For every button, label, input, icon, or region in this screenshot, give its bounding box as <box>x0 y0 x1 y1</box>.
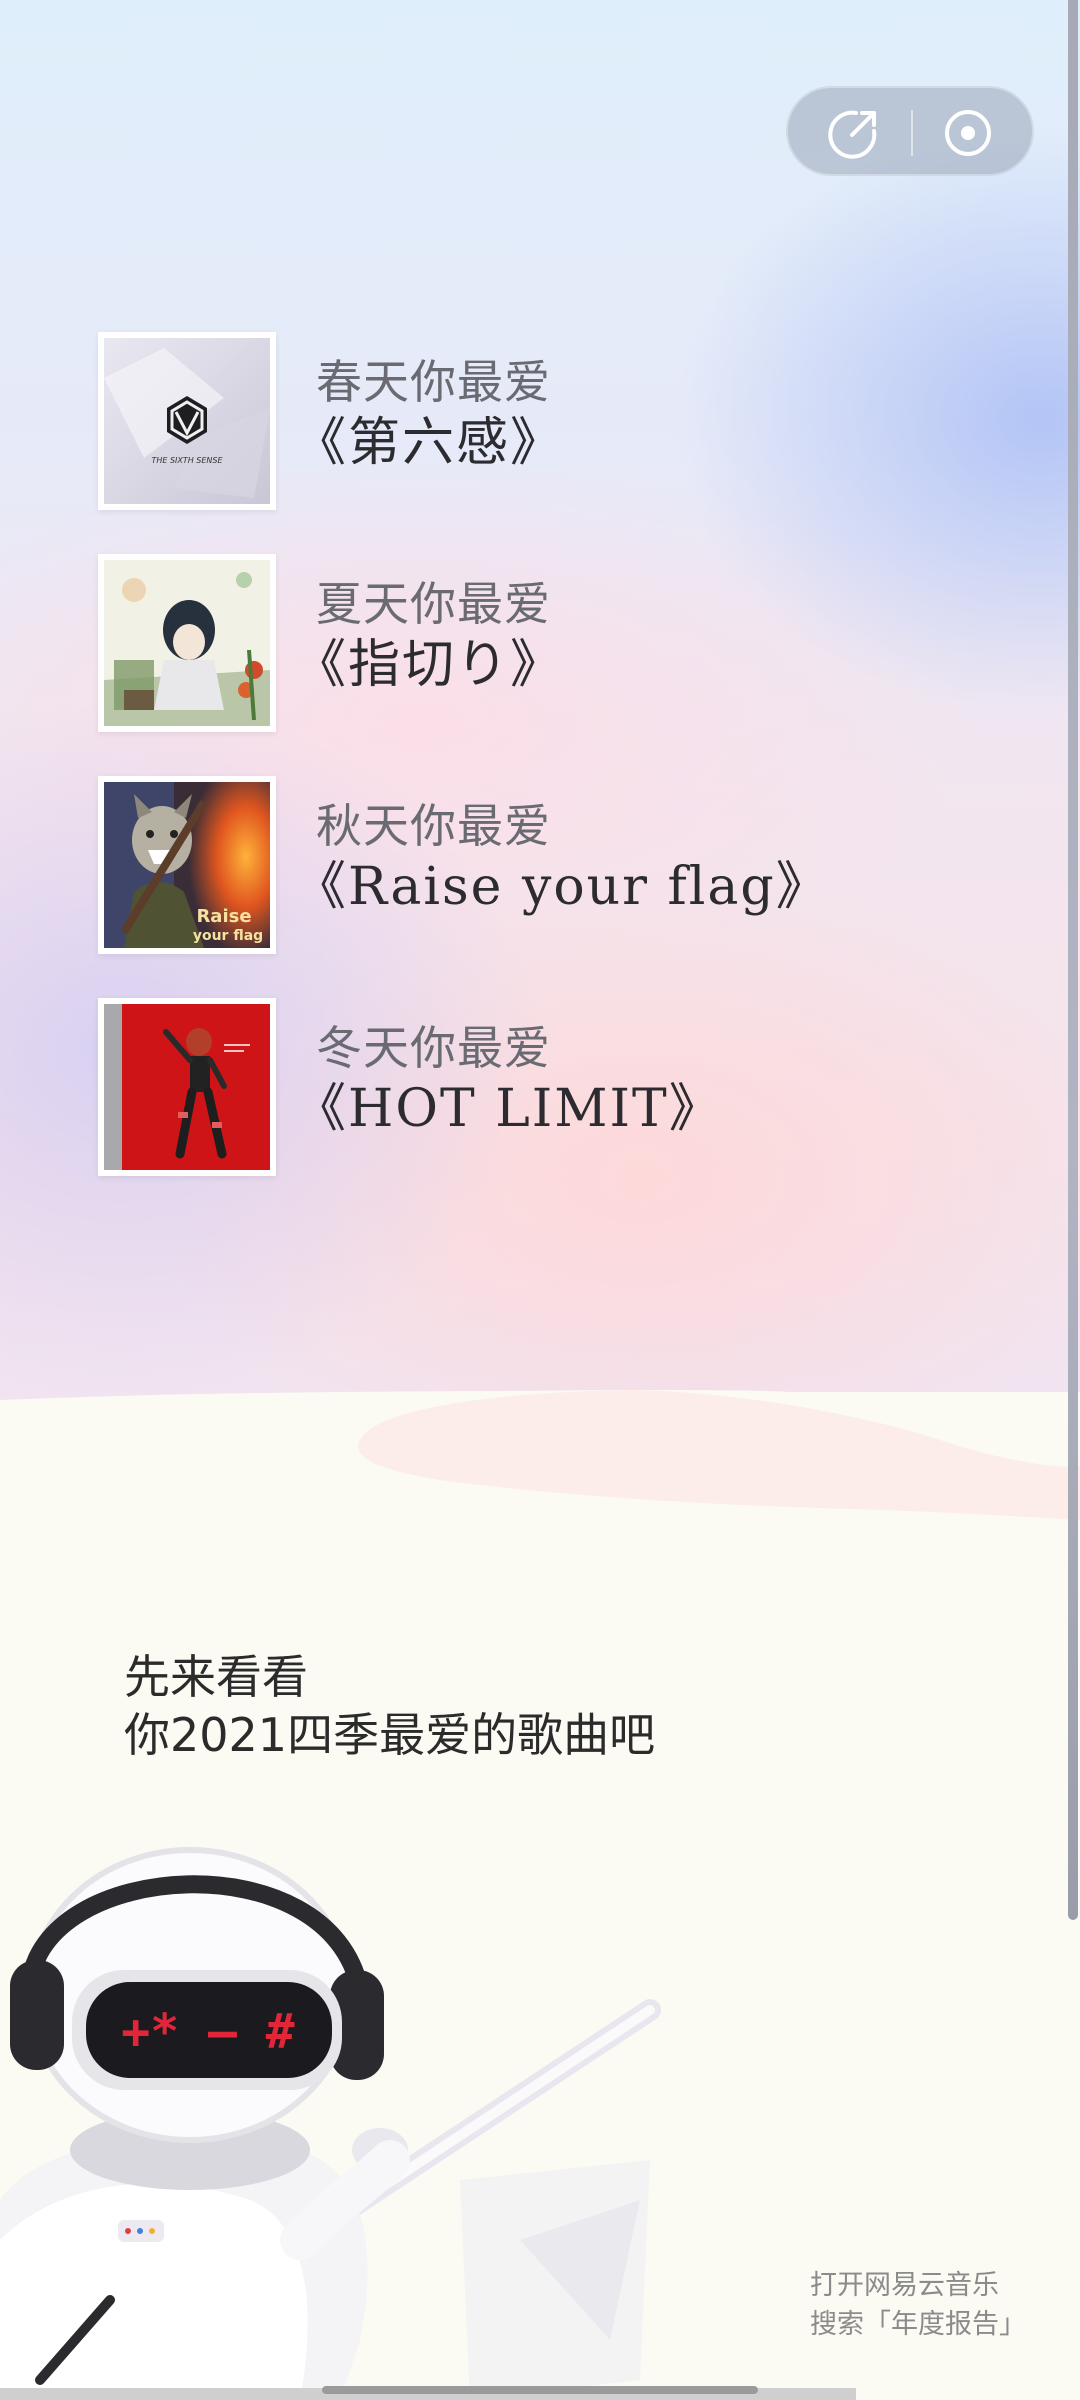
share-arrow-icon <box>828 110 877 159</box>
song-title: 《Raise your flag》 <box>294 857 830 917</box>
album-cover-summer <box>98 554 276 732</box>
album-cover-autumn: Raise your flag <box>98 776 276 954</box>
close-record-button[interactable] <box>940 105 996 161</box>
season-item-autumn[interactable]: Raise your flag 秋天你最爱 《Raise your flag》 <box>98 776 998 954</box>
intro-line-1: 先来看看 <box>124 1650 308 1704</box>
footer-line-1: 打开网易云音乐 <box>810 2270 999 2301</box>
capsule-divider <box>911 110 913 156</box>
song-title: 《指切り》 <box>294 635 565 695</box>
song-title: 《HOT LIMIT》 <box>294 1079 723 1139</box>
scroll-edge-bar <box>1068 0 1078 1920</box>
share-button[interactable] <box>826 105 882 161</box>
svg-text:+* — #: +* — # <box>121 2004 294 2060</box>
home-indicator[interactable] <box>322 2386 758 2394</box>
svg-text:your flag: your flag <box>193 928 263 944</box>
mini-program-capsule <box>786 86 1034 176</box>
song-title: 《第六感》 <box>294 413 565 473</box>
intro-text: 先来看看 你2021四季最爱的歌曲吧 <box>124 1648 655 1764</box>
album-cover-winter <box>98 998 276 1176</box>
album-cover-spring: THE SIXTH SENSE <box>98 332 276 510</box>
svg-text:THE SIXTH SENSE: THE SIXTH SENSE <box>151 456 223 465</box>
robot-mascot-illustration: +* — # <box>0 1847 661 2400</box>
svg-text:Raise: Raise <box>196 906 251 927</box>
footer-hint: 打开网易云音乐 搜索「年度报告」 <box>810 2266 1026 2344</box>
season-item-winter[interactable]: 冬天你最爱 《HOT LIMIT》 <box>98 998 998 1176</box>
footer-line-2: 搜索「年度报告」 <box>810 2309 1026 2340</box>
intro-line-2: 你2021四季最爱的歌曲吧 <box>124 1708 656 1762</box>
target-record-icon <box>945 110 991 156</box>
top-gradient-background <box>0 0 1080 1520</box>
season-item-summer[interactable]: 夏天你最爱 《指切り》 <box>98 554 998 732</box>
season-item-spring[interactable]: THE SIXTH SENSE 春天你最爱 《第六感》 <box>98 332 998 510</box>
